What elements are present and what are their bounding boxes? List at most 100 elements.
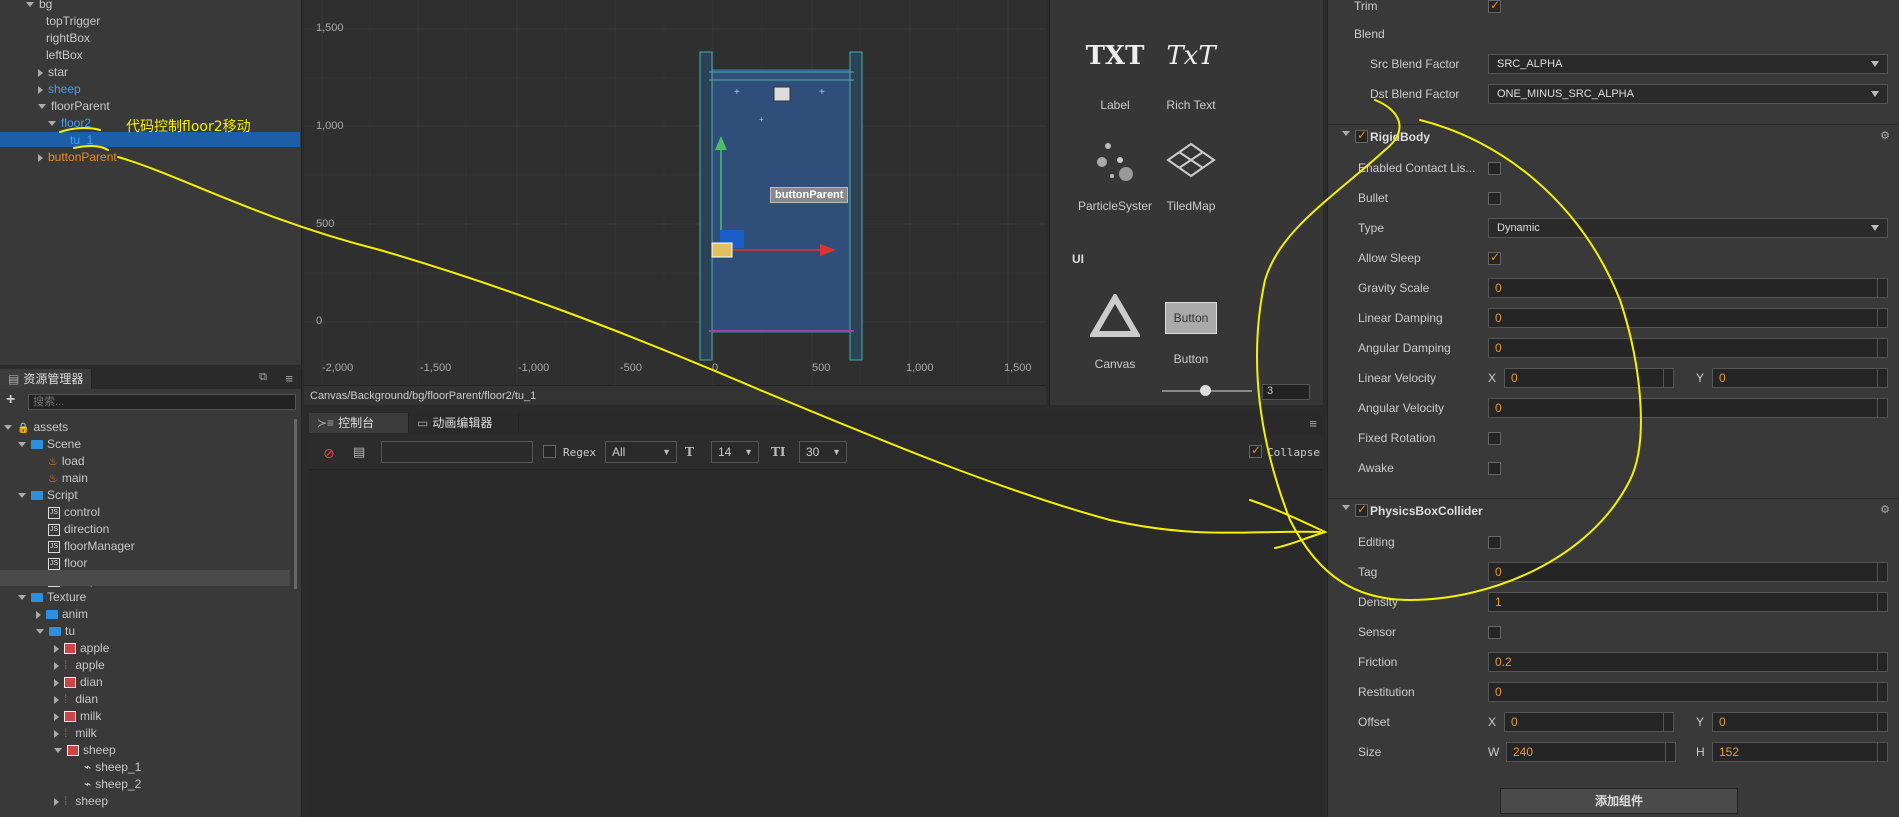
stepper-icon[interactable] [1665,743,1675,761]
clear-console-icon[interactable]: ⊘ [323,445,335,462]
hierarchy-node-bg[interactable]: bg [26,0,52,13]
collapsed-arrow-icon[interactable] [54,729,59,738]
asset-item[interactable]: ♨ load [38,453,85,470]
asset-item[interactable]: ⁞ milk [54,725,97,742]
gravity-scale-field[interactable]: 0 [1488,278,1888,298]
angular-damping-field[interactable]: 0 [1488,338,1888,358]
collapsed-arrow-icon[interactable] [54,695,59,704]
asset-item[interactable]: apple [54,640,109,657]
offset-y-field[interactable]: 0 [1712,712,1888,732]
library-zoom-field[interactable]: 3 [1262,384,1310,400]
rigidbody-enabled-checkbox[interactable] [1355,128,1368,143]
asset-item[interactable]: tu [36,623,75,640]
console-log-area[interactable] [309,469,1323,817]
asset-item[interactable]: ♨ main [38,470,88,487]
font-size-select[interactable]: 14 ▼ [711,441,759,463]
stepper-icon[interactable] [1877,683,1887,701]
src-blend-select[interactable]: SRC_ALPHA [1488,54,1888,74]
linear-velocity-x-field[interactable]: 0 [1504,368,1674,388]
hierarchy-node-sheep[interactable]: sheep [38,81,81,98]
expanded-arrow-icon[interactable] [38,104,46,110]
stepper-icon[interactable] [1877,339,1887,357]
collapsed-arrow-icon[interactable] [54,644,59,653]
linear-velocity-y-field[interactable]: 0 [1712,368,1888,388]
asset-item[interactable]: ⌁ sheep_1 [74,759,141,776]
collider-header[interactable]: PhysicsBoxCollider ⚙ [1328,498,1899,522]
stepper-icon[interactable] [1877,309,1887,327]
angular-velocity-field[interactable]: 0 [1488,398,1888,418]
stepper-icon[interactable] [1877,713,1887,731]
fixed-rotation-checkbox[interactable] [1488,432,1501,445]
stepper-icon[interactable] [1877,593,1887,611]
asset-item[interactable]: JS floorManager [38,538,135,555]
expanded-arrow-icon[interactable] [4,425,12,431]
asset-item[interactable]: milk [54,708,101,725]
collapse-checkbox[interactable] [1249,443,1262,458]
offset-x-field[interactable]: 0 [1504,712,1674,732]
collapsed-arrow-icon[interactable] [54,661,59,670]
collapsed-arrow-icon[interactable] [54,678,59,687]
assets-search-input[interactable] [28,394,296,410]
hierarchy-node-buttonparent[interactable]: buttonParent [38,149,117,166]
linear-damping-field[interactable]: 0 [1488,308,1888,328]
line-count-select[interactable]: 30 ▼ [799,441,847,463]
friction-field[interactable]: 0.2 [1488,652,1888,672]
asset-item[interactable]: ⁞ dian [54,691,98,708]
tag-field[interactable]: 0 [1488,562,1888,582]
collapsed-arrow-icon[interactable] [38,85,43,94]
stepper-icon[interactable] [1663,369,1673,387]
stepper-icon[interactable] [1877,399,1887,417]
add-asset-button[interactable]: + [6,391,15,409]
panel-menu-icon[interactable]: ≡ [285,371,293,386]
expanded-arrow-icon[interactable] [36,629,44,635]
stepper-icon[interactable] [1663,713,1673,731]
type-select[interactable]: Dynamic [1488,218,1888,238]
trim-checkbox[interactable] [1488,0,1501,13]
maximize-icon[interactable]: ⧉ [259,371,267,384]
asset-item[interactable]: 🔒 assets [4,419,68,436]
expanded-arrow-icon[interactable] [54,748,62,754]
asset-item[interactable]: Scene [18,436,81,453]
library-item-tiledmap[interactable]: TiledMap [1146,140,1236,213]
asset-item[interactable]: JS control [38,504,100,521]
asset-item[interactable]: ⌁ sheep_2 [74,776,141,793]
hierarchy-node-floorparent[interactable]: floorParent [38,98,110,115]
tab-assets[interactable]: ▤ 资源管理器 [0,369,93,389]
collapsed-arrow-icon[interactable] [54,712,59,721]
hierarchy-node-rightbox[interactable]: rightBox [46,30,90,47]
library-zoom-slider[interactable] [1162,385,1252,396]
scene-view[interactable]: + + + 1,500 1,000 500 0 -2,000 -1,500 -1… [304,0,1046,385]
asset-item[interactable]: Texture [18,589,86,606]
collapsed-arrow-icon[interactable] [38,68,43,77]
gear-icon[interactable]: ⚙ [1880,129,1890,142]
hierarchy-node-tu-1[interactable]: tu_1 [70,132,93,149]
allow-sleep-checkbox[interactable] [1488,250,1501,265]
collider-enabled-checkbox[interactable] [1355,502,1368,517]
expanded-arrow-icon[interactable] [18,442,26,448]
asset-item[interactable]: ⁞ apple [54,657,105,674]
console-filter-input[interactable] [381,441,533,463]
gear-icon[interactable]: ⚙ [1880,503,1890,516]
button-parent-node-label[interactable]: buttonParent [770,187,849,203]
hierarchy-node-toptrigger[interactable]: topTrigger [46,13,100,30]
asset-item[interactable]: sheep [54,742,116,759]
library-item-rich-text[interactable]: TxT Rich Text [1146,36,1236,112]
asset-item[interactable]: ⁞ sheep [54,793,108,810]
library-item-button[interactable]: Button Button [1146,294,1236,366]
expanded-arrow-icon[interactable] [26,2,34,8]
open-log-icon[interactable]: ▤ [353,444,365,460]
asset-item[interactable]: JS direction [38,521,109,538]
stepper-icon[interactable] [1877,743,1887,761]
dst-blend-select[interactable]: ONE_MINUS_SRC_ALPHA [1488,84,1888,104]
editing-checkbox[interactable] [1488,536,1501,549]
enabled-contact-checkbox[interactable] [1488,162,1501,175]
awake-checkbox[interactable] [1488,462,1501,475]
hierarchy-node-star[interactable]: star [38,64,68,81]
tab-console[interactable]: ≻≡ 控制台 [309,413,409,433]
expanded-arrow-icon[interactable] [48,121,56,127]
expanded-arrow-icon[interactable] [18,493,26,499]
add-component-button[interactable]: 添加组件 [1500,788,1738,814]
hierarchy-node-floor2[interactable]: floor2 [48,115,91,132]
panel-menu-icon[interactable]: ≡ [1309,416,1317,431]
asset-item[interactable]: anim [36,606,88,623]
